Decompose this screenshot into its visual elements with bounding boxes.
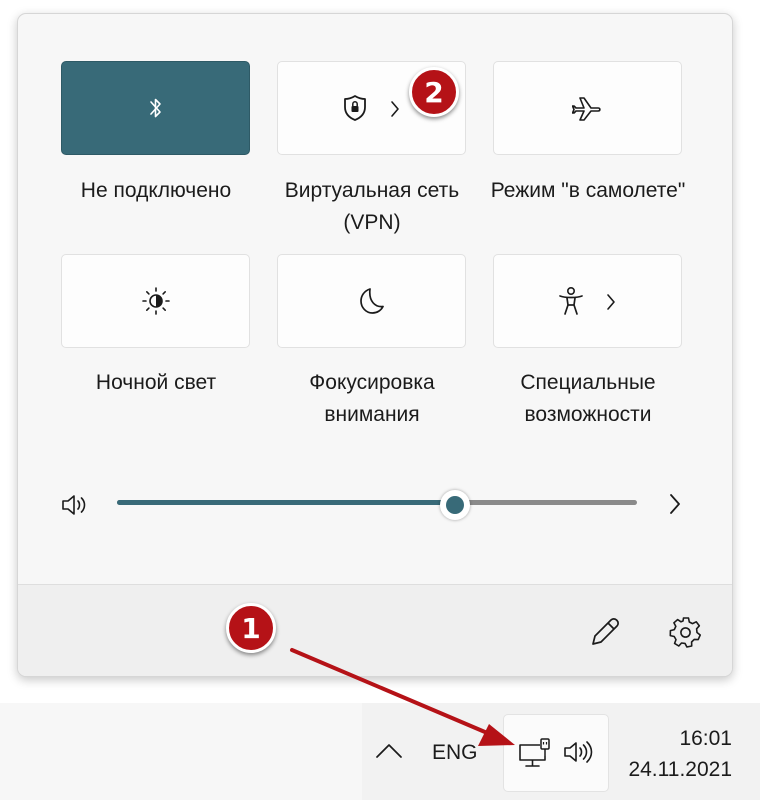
- volume-slider-fill: [117, 500, 455, 505]
- clock-time: 16:01: [679, 727, 732, 750]
- focus-assist-toggle[interactable]: [277, 254, 466, 348]
- night-light-toggle[interactable]: [61, 254, 250, 348]
- chevron-right-icon[interactable]: [666, 491, 684, 517]
- vpn-label: Виртуальная сеть (VPN): [284, 179, 460, 234]
- annotation-badge-1: 1: [226, 603, 276, 653]
- gear-icon[interactable]: [669, 615, 703, 649]
- accessibility-label: Специальные возможности: [520, 371, 656, 426]
- show-hidden-icons-chevron-icon[interactable]: [374, 741, 404, 761]
- edit-pencil-icon[interactable]: [588, 615, 622, 649]
- airplane-mode-label: Режим "в самолете": [490, 179, 686, 202]
- network-volume-tray-button[interactable]: [503, 714, 609, 792]
- clock-date: 24.11.2021: [628, 758, 732, 781]
- focus-moon-icon: [359, 288, 384, 314]
- bluetooth-icon: [149, 98, 161, 118]
- bluetooth-label: Не подключено: [80, 179, 232, 202]
- speaker-icon: [564, 741, 593, 763]
- chevron-right-icon[interactable]: [389, 100, 401, 118]
- vpn-shield-icon: [343, 95, 366, 121]
- volume-slider-thumb[interactable]: [440, 490, 470, 520]
- speaker-icon[interactable]: [60, 493, 90, 517]
- quick-settings-panel: Не подключено Виртуальная сеть (VPN) Реж…: [17, 13, 733, 677]
- network-ethernet-icon: [519, 738, 550, 767]
- quick-settings-footer: [18, 584, 732, 676]
- taskbar-clock[interactable]: 16:01 24.11.2021: [614, 723, 732, 785]
- night-light-label: Ночной свет: [95, 371, 217, 394]
- annotation-badge-2: 2: [409, 67, 459, 117]
- bluetooth-toggle[interactable]: [61, 61, 250, 155]
- language-indicator[interactable]: ENG: [432, 741, 478, 765]
- taskbar-left-area: [0, 703, 362, 800]
- airplane-icon: [571, 97, 601, 121]
- volume-slider[interactable]: [117, 500, 637, 505]
- airplane-mode-toggle[interactable]: [493, 61, 682, 155]
- taskbar: ENG 16:01 24.11.2021: [0, 703, 760, 800]
- night-light-icon: [141, 287, 170, 315]
- accessibility-icon: [558, 286, 583, 315]
- focus-assist-label: Фокусировка внимания: [309, 371, 435, 426]
- chevron-right-icon[interactable]: [605, 293, 617, 311]
- accessibility-toggle[interactable]: [493, 254, 682, 348]
